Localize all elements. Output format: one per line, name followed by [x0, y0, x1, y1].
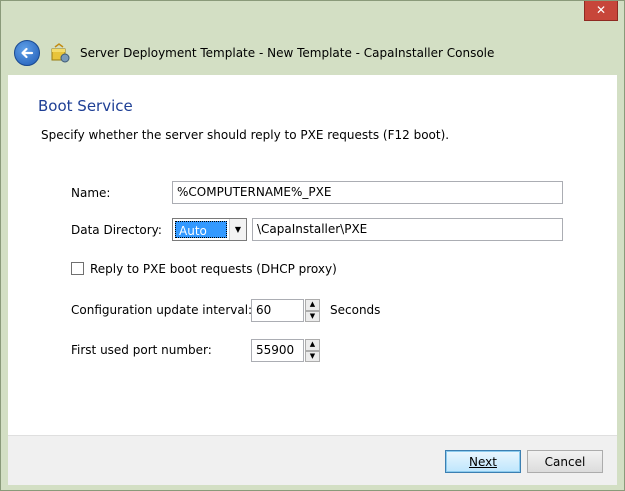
first-port-label: First used port number: [71, 343, 212, 357]
wizard-page: Boot Service Specify whether the server … [8, 75, 617, 435]
dialog-window: ✕ Server Deployment Template - New Templ… [0, 0, 625, 491]
decrement-icon[interactable]: ▼ [305, 350, 320, 362]
cancel-button-label: Cancel [544, 454, 586, 469]
window-title: Server Deployment Template - New Templat… [80, 46, 495, 60]
config-interval-unit: Seconds [330, 303, 381, 317]
config-interval-label: Configuration update interval: [71, 303, 253, 317]
reply-pxe-label[interactable]: Reply to PXE boot requests (DHCP proxy) [90, 262, 337, 276]
next-button-label: Next [469, 454, 497, 469]
reply-pxe-checkbox[interactable] [71, 262, 84, 275]
first-port-stepper[interactable]: 55900 ▲ ▼ [251, 339, 320, 362]
cancel-button[interactable]: Cancel [527, 450, 603, 473]
page-heading: Boot Service [38, 97, 133, 115]
config-interval-stepper[interactable]: 60 ▲ ▼ [251, 299, 320, 322]
button-bar: Next Cancel [8, 435, 617, 485]
page-description: Specify whether the server should reply … [41, 128, 450, 142]
first-port-input[interactable]: 55900 [251, 339, 304, 362]
title-bar: Server Deployment Template - New Templat… [8, 31, 617, 75]
name-input[interactable]: %COMPUTERNAME%_PXE [172, 181, 563, 204]
data-directory-label: Data Directory: [71, 223, 162, 237]
data-directory-mode-select[interactable]: Auto ▼ [172, 218, 247, 241]
back-button[interactable] [14, 40, 40, 66]
config-interval-spin-buttons: ▲ ▼ [305, 299, 320, 322]
capainstaller-icon [51, 43, 70, 63]
first-port-spin-buttons: ▲ ▼ [305, 339, 320, 362]
config-interval-input[interactable]: 60 [251, 299, 304, 322]
increment-icon[interactable]: ▲ [305, 299, 320, 311]
close-icon: ✕ [595, 3, 607, 17]
increment-icon[interactable]: ▲ [305, 339, 320, 351]
name-label: Name: [71, 186, 111, 200]
arrow-left-icon [21, 47, 34, 59]
next-button[interactable]: Next [445, 450, 521, 473]
data-directory-path-input[interactable]: \CapaInstaller\PXE [252, 218, 563, 241]
decrement-icon[interactable]: ▼ [305, 310, 320, 322]
data-directory-mode-value: Auto [175, 221, 227, 238]
chevron-down-icon[interactable]: ▼ [229, 219, 246, 240]
close-button[interactable]: ✕ [584, 1, 618, 21]
